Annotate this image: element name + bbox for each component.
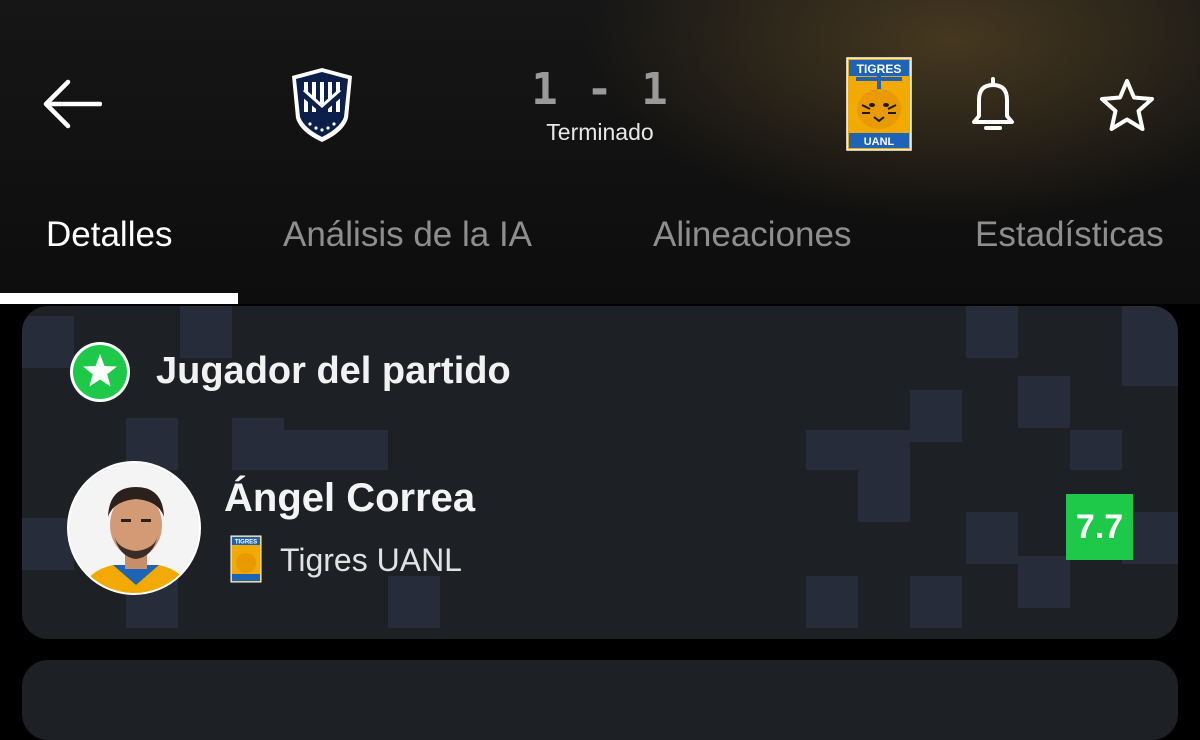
player-avatar[interactable]	[67, 461, 201, 595]
player-of-match-title: Jugador del partido	[156, 350, 511, 392]
match-header: 1 - 1 Terminado TIGRES UANL Detalles Aná…	[0, 0, 1200, 304]
tab-alineaciones[interactable]: Alineaciones	[653, 215, 851, 255]
tab-detalles[interactable]: Detalles	[46, 215, 172, 255]
bell-icon	[972, 77, 1014, 130]
player-rating-badge: 7.7	[1066, 494, 1133, 560]
player-team-name: Tigres UANL	[280, 542, 462, 578]
tigres-crest-small: TIGRES	[230, 535, 262, 583]
next-card	[22, 660, 1178, 740]
active-tab-indicator	[0, 293, 238, 304]
monterrey-crest	[292, 68, 352, 142]
match-score: 1 - 1	[531, 64, 669, 115]
player-of-match-card[interactable]: Jugador del partido Ángel Correa TIGRES …	[22, 306, 1178, 639]
match-tabs: Detalles Análisis de la IA Alineaciones …	[0, 205, 1200, 304]
favorite-button[interactable]	[1092, 70, 1162, 140]
tigres-crest: TIGRES UANL	[846, 57, 912, 151]
small-crest-text: TIGRES	[235, 540, 257, 546]
player-of-match-badge-icon	[70, 342, 130, 402]
tab-analisis-ia[interactable]: Análisis de la IA	[283, 215, 532, 255]
match-status: Terminado	[546, 119, 654, 145]
player-name[interactable]: Ángel Correa	[224, 476, 475, 521]
crest-text-top: TIGRES	[857, 62, 902, 76]
player-photo	[69, 463, 199, 593]
arrow-left-icon	[43, 79, 102, 129]
star-icon	[1100, 79, 1154, 131]
notifications-button[interactable]	[958, 70, 1028, 140]
tab-estadisticas[interactable]: Estadísticas	[975, 215, 1164, 255]
back-button[interactable]	[38, 72, 106, 136]
crest-text-bottom: UANL	[864, 136, 895, 148]
